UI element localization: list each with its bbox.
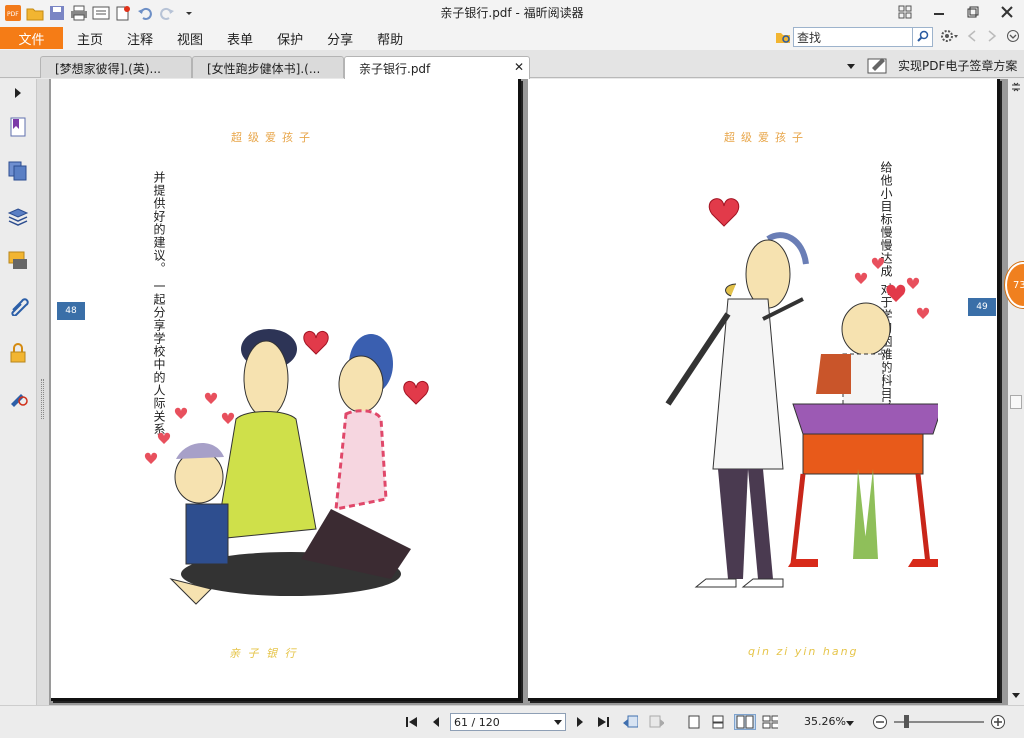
tab-label: [梦想家彼得].(英)... <box>55 62 161 76</box>
menu-right-controls <box>940 28 1020 47</box>
app-logo-icon: PDF <box>4 4 22 22</box>
properties-icon[interactable] <box>92 4 110 22</box>
attachment-icon[interactable] <box>6 293 30 317</box>
nav-forward-icon[interactable] <box>986 29 998 46</box>
menu-comment[interactable]: 注释 <box>115 27 165 49</box>
menu-view[interactable]: 视图 <box>165 27 215 49</box>
signature-tool-icon[interactable] <box>6 385 30 409</box>
promo-label: 实现PDF电子签章方案 <box>898 58 1018 73</box>
tab-label: 亲子银行.pdf <box>359 62 431 76</box>
search-input[interactable]: 查找 <box>793 27 913 47</box>
facing-view-icon[interactable] <box>734 714 756 730</box>
pdf-page-left: 超级爱孩子 并提供好的建议。 一起分享学校中的人际关系， 48 亲 子 银 行 <box>51 79 521 701</box>
tab-close-icon[interactable]: ✕ <box>514 60 524 74</box>
teacher-child-illustration <box>665 198 938 588</box>
page-number-value: 61 / 120 <box>454 715 500 729</box>
document-tab-bar: [梦想家彼得].(英)... [女性跑步健体书].(... 亲子银行.pdf ✕… <box>0 50 1024 79</box>
bookmark-icon[interactable] <box>6 115 30 139</box>
layout-icon[interactable] <box>888 0 922 24</box>
previous-page-icon[interactable] <box>428 714 444 730</box>
text-line-1: 并提供好的建议。 <box>152 171 166 275</box>
restore-icon[interactable] <box>956 0 990 24</box>
page-header: 超级爱孩子 <box>724 131 809 144</box>
open-folder-icon[interactable] <box>26 4 44 22</box>
panel-splitter[interactable] <box>37 79 49 705</box>
promo-banner[interactable]: 实现PDF电子签章方案 <box>866 53 1017 77</box>
family-illustration <box>144 329 429 605</box>
next-view-icon[interactable] <box>648 714 664 730</box>
redo-icon[interactable] <box>158 4 176 22</box>
tab-document-2[interactable]: [女性跑步健体书].(... <box>192 56 344 78</box>
split-view-icon[interactable] <box>1011 81 1021 95</box>
save-icon[interactable] <box>48 4 66 22</box>
menu-file[interactable]: 文件 <box>0 27 63 49</box>
page-header: 超级爱孩子 <box>231 131 316 144</box>
status-bar: 61 / 120 35.26% <box>0 705 1024 738</box>
layers-icon[interactable] <box>6 205 30 229</box>
menu-help[interactable]: 帮助 <box>365 27 415 49</box>
zoom-out-icon[interactable] <box>872 714 888 730</box>
document-viewport[interactable]: 超级爱孩子 并提供好的建议。 一起分享学校中的人际关系， 48 亲 子 银 行 … <box>49 79 1008 705</box>
menu-bar: 文件 主页 注释 视图 表单 保护 分享 帮助 查找 <box>0 26 1024 50</box>
tab-list-dropdown-icon[interactable] <box>846 60 856 74</box>
menu-home[interactable]: 主页 <box>63 27 115 49</box>
search-button[interactable] <box>913 27 933 47</box>
next-page-icon[interactable] <box>572 714 588 730</box>
previous-view-icon[interactable] <box>622 714 638 730</box>
page-number-tab: 48 <box>57 302 85 320</box>
splitter-grip[interactable] <box>41 379 44 419</box>
minimize-icon[interactable] <box>922 0 956 24</box>
page-dropdown-icon[interactable] <box>554 716 562 729</box>
customize-dropdown-icon[interactable] <box>180 4 198 22</box>
continuous-view-icon[interactable] <box>710 714 726 730</box>
page-number-tab: 49 <box>968 298 996 316</box>
tab-document-1[interactable]: [梦想家彼得].(英)... <box>40 56 192 78</box>
zoom-dropdown-icon[interactable] <box>846 716 854 730</box>
menu-form[interactable]: 表单 <box>215 27 265 49</box>
search-icon <box>916 30 929 45</box>
nav-back-icon[interactable] <box>966 29 978 46</box>
page-footer: qin zi yin hang <box>748 645 859 658</box>
undo-icon[interactable] <box>136 4 154 22</box>
window-controls <box>888 0 1024 26</box>
page-footer: 亲 子 银 行 <box>229 647 298 660</box>
signature-icon <box>866 53 892 78</box>
ribbon-collapse-icon[interactable] <box>1006 29 1020 46</box>
quick-access-toolbar: PDF <box>0 0 198 26</box>
left-navigation-panel <box>0 79 37 705</box>
security-lock-icon[interactable] <box>6 341 30 365</box>
scrollbar-thumb[interactable] <box>1010 395 1022 409</box>
continuous-facing-view-icon[interactable] <box>762 714 778 730</box>
single-page-view-icon[interactable] <box>686 714 702 730</box>
tab-document-3-active[interactable]: 亲子银行.pdf ✕ <box>344 56 530 79</box>
last-page-icon[interactable] <box>595 714 611 730</box>
menu-protect[interactable]: 保护 <box>265 27 315 49</box>
scroll-down-icon[interactable] <box>1011 689 1021 703</box>
pages-thumbnails-icon[interactable] <box>6 159 30 183</box>
pdf-page-right: 超级爱孩子 给他小目标慢慢达成 对于学习困难的科目， 49 qin zi yin… <box>528 79 1000 701</box>
svg-text:PDF: PDF <box>7 11 19 18</box>
comments-icon[interactable] <box>6 249 30 273</box>
print-icon[interactable] <box>70 4 88 22</box>
zoom-slider-handle[interactable] <box>904 715 909 728</box>
new-document-icon[interactable] <box>114 4 132 22</box>
tab-label: [女性跑步健体书].(... <box>207 62 321 76</box>
first-page-icon[interactable] <box>404 714 420 730</box>
expand-panel-icon[interactable] <box>6 81 30 105</box>
find-folder-icon[interactable] <box>773 27 793 47</box>
settings-gear-icon[interactable] <box>940 28 958 47</box>
zoom-in-icon[interactable] <box>990 714 1006 730</box>
search-placeholder: 查找 <box>797 30 822 45</box>
vertical-scrollbar[interactable] <box>1008 79 1024 705</box>
zoom-level[interactable]: 35.26% <box>804 715 846 728</box>
title-bar: PDF 亲子银行.pdf - 福昕阅读器 <box>0 0 1024 26</box>
menu-share[interactable]: 分享 <box>315 27 365 49</box>
search-area: 查找 <box>773 27 933 47</box>
close-icon[interactable] <box>990 0 1024 24</box>
page-number-input[interactable]: 61 / 120 <box>450 713 566 731</box>
